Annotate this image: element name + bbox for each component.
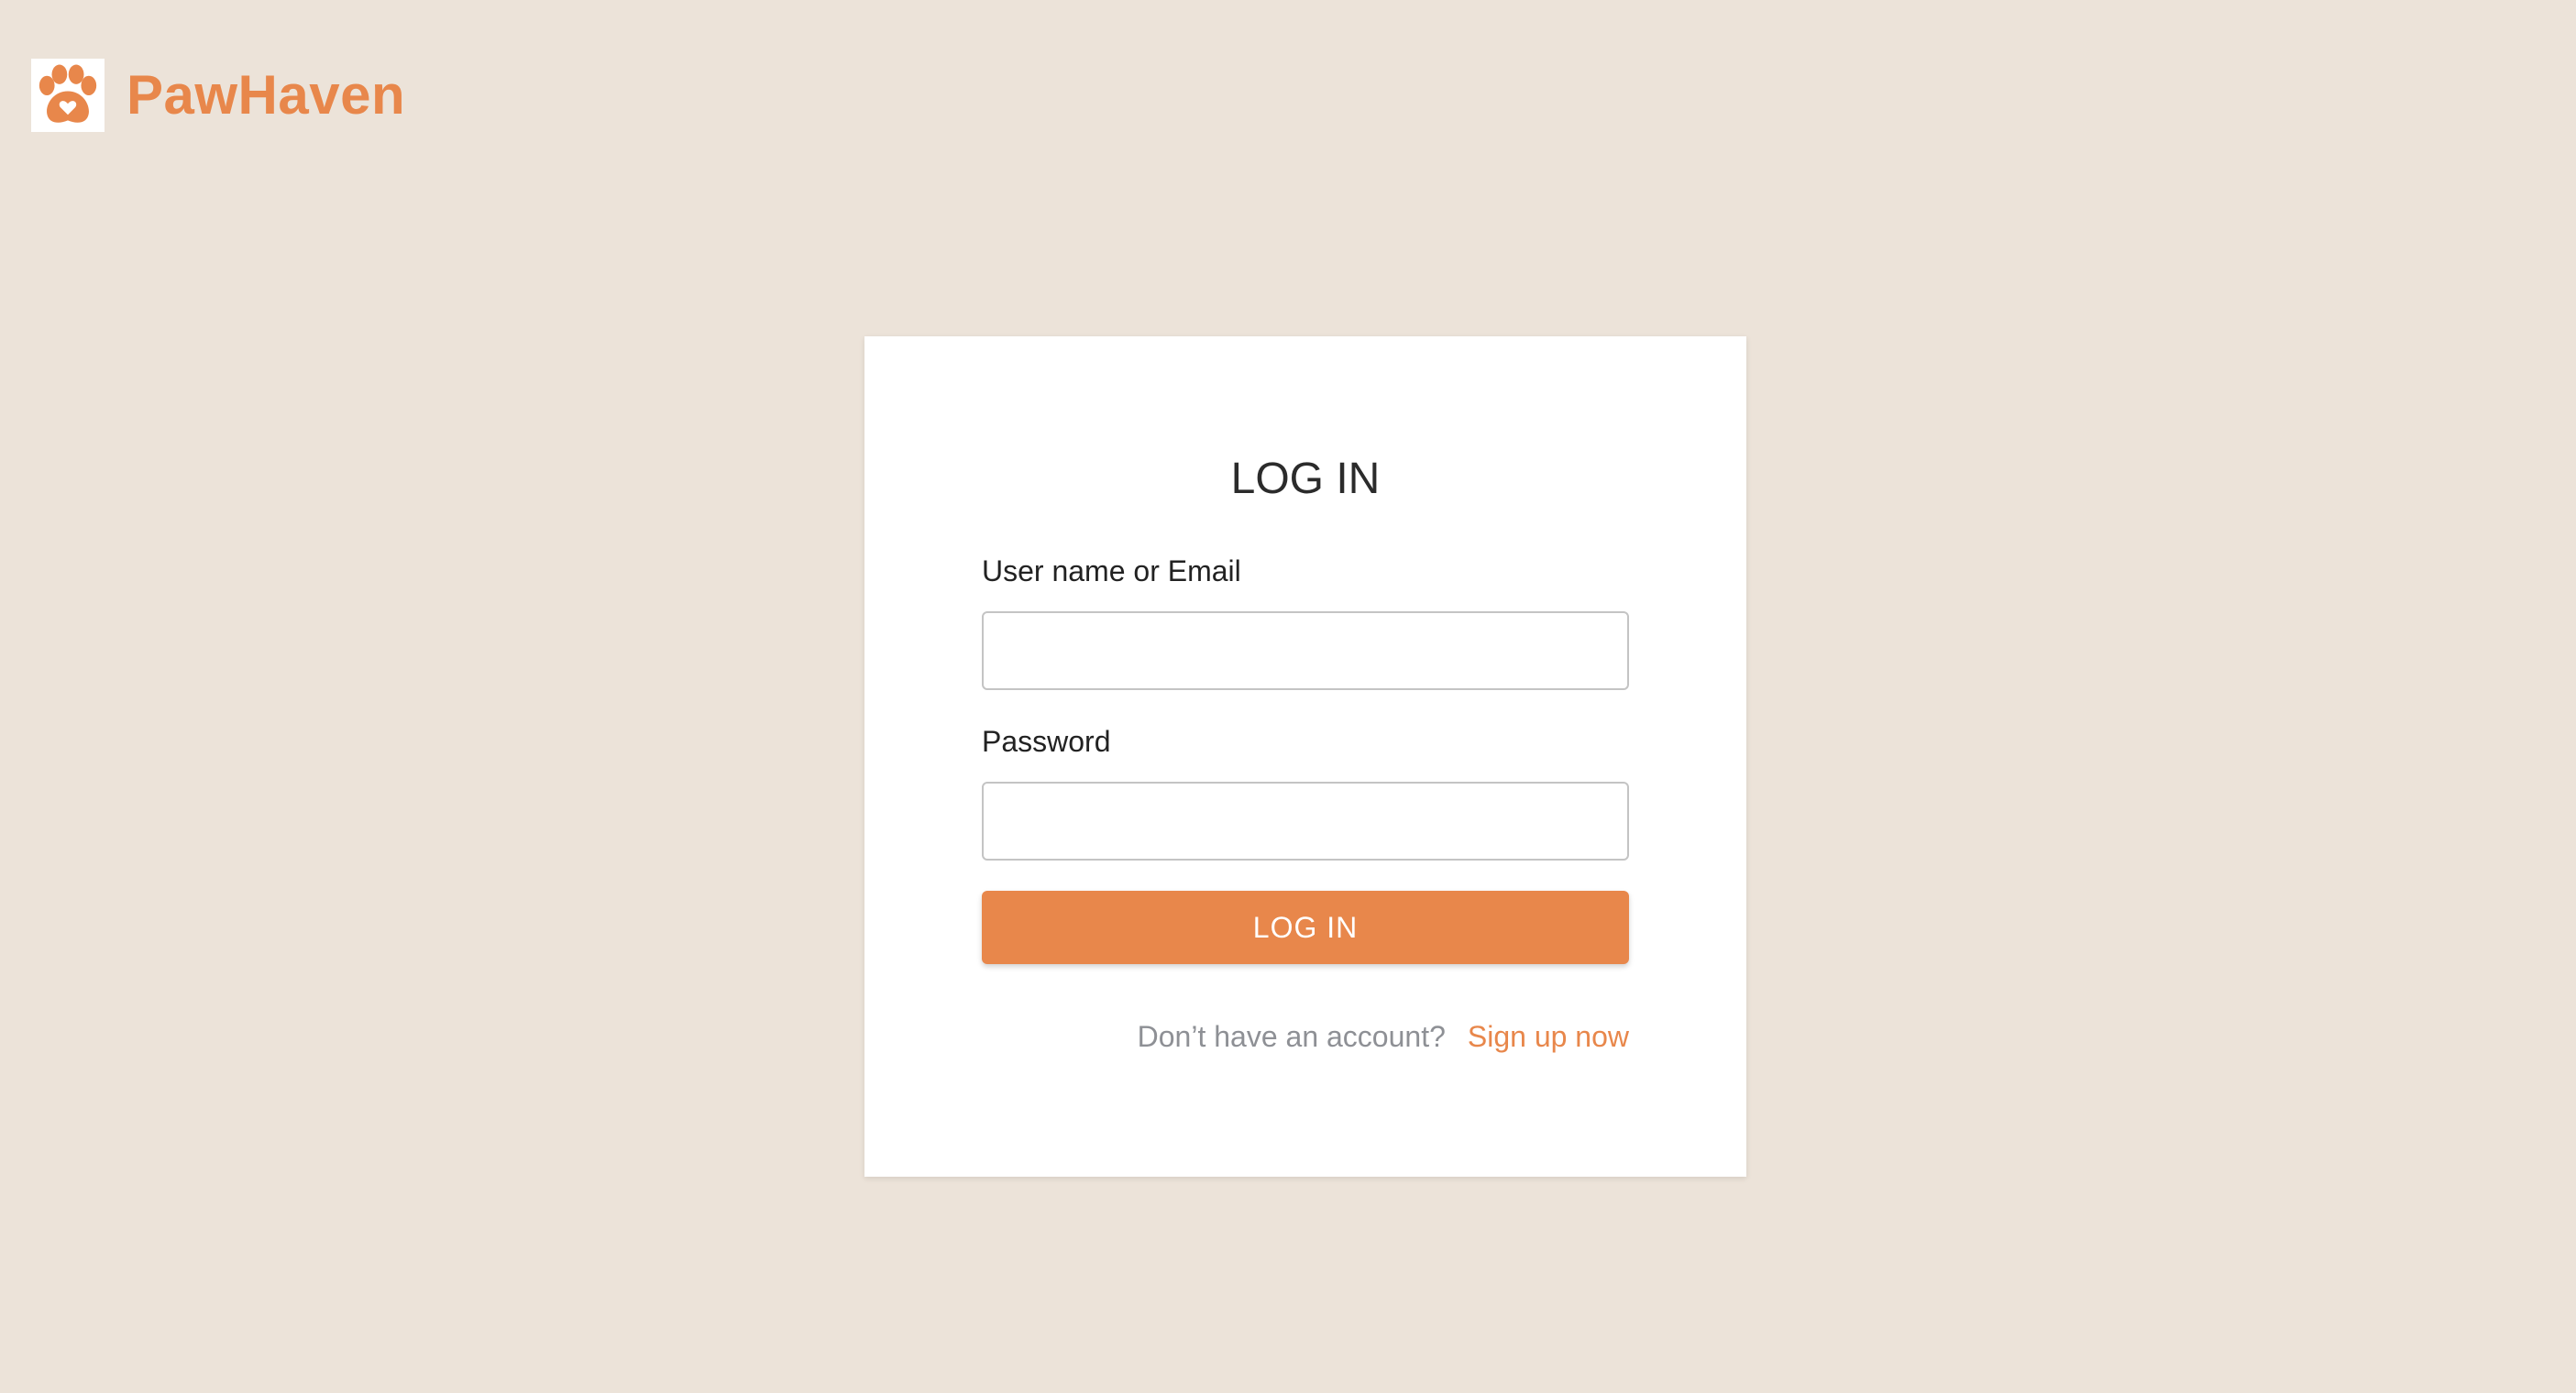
password-label: Password <box>982 725 1111 758</box>
signup-prompt: Don’t have an account? <box>1137 1020 1446 1053</box>
signup-row: Don’t have an account? Sign up now <box>1138 1018 1629 1055</box>
brand-name: PawHaven <box>127 64 406 126</box>
login-title: LOG IN <box>1230 455 1381 503</box>
username-input[interactable] <box>982 611 1629 690</box>
password-input[interactable] <box>982 782 1629 861</box>
login-button[interactable]: LOG IN <box>982 891 1629 964</box>
brand-header[interactable]: PawHaven <box>31 57 405 134</box>
signup-link[interactable]: Sign up now <box>1468 1018 1629 1055</box>
paw-heart-icon <box>31 59 105 132</box>
login-card: LOG IN User name or Email Password LOG I… <box>864 336 1746 1177</box>
username-label: User name or Email <box>982 554 1241 587</box>
